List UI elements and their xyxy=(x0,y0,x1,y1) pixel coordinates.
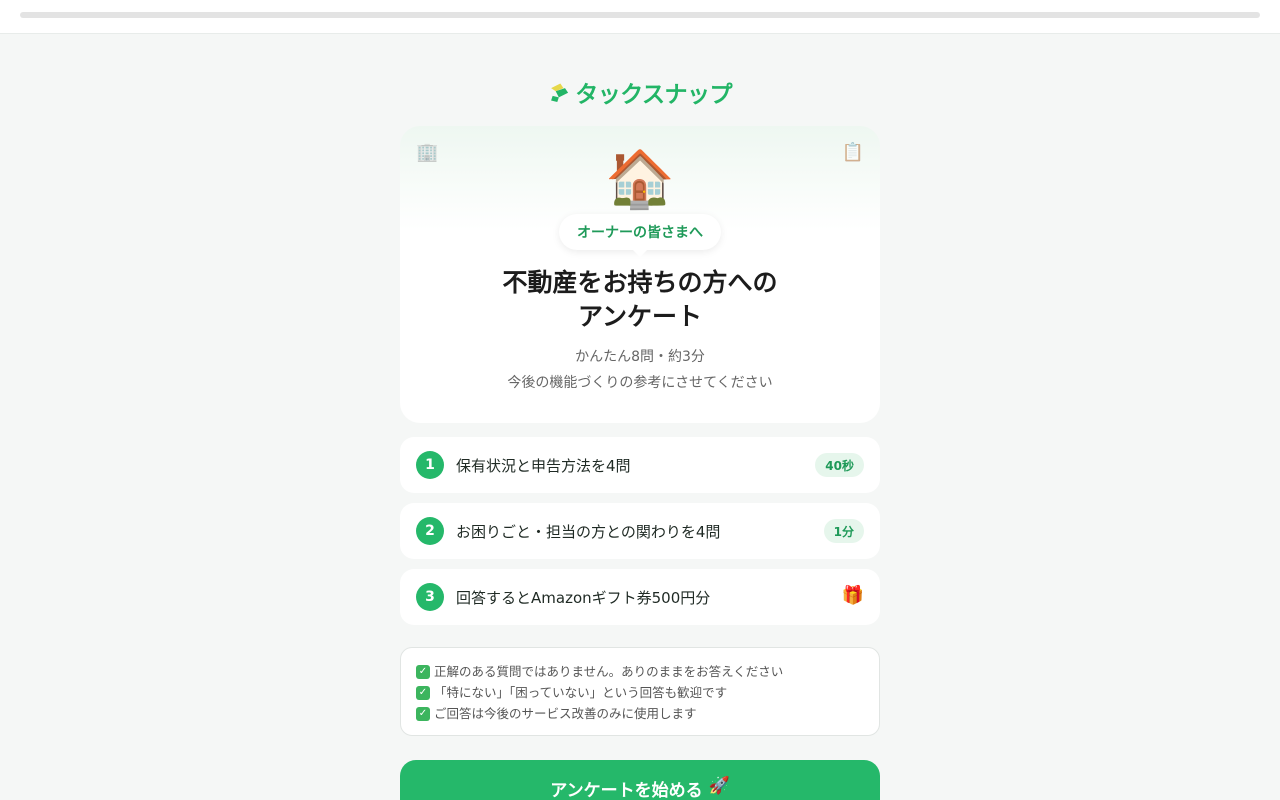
step-label: お困りごと・担当の方との関わりを4問 xyxy=(456,523,721,541)
check-icon: ✓ xyxy=(416,706,430,721)
step-number: 3 xyxy=(416,583,444,611)
step-label: 保有状況と申告方法を4問 xyxy=(456,457,631,475)
start-survey-button[interactable]: アンケートを始める 🚀 xyxy=(400,760,880,800)
brand-logo: タックスナップ xyxy=(548,76,732,108)
note-item: ✓ ご回答は今後のサービス改善のみに使用します xyxy=(416,703,864,724)
taxsnap-logo-icon xyxy=(551,83,569,103)
brand-name: タックスナップ xyxy=(575,82,732,108)
note-text: 正解のある質問ではありません。ありのままをお答えください xyxy=(434,664,784,679)
survey-purpose: 今後の機能づくりの参考にさせてください xyxy=(507,375,773,391)
top-bar xyxy=(0,0,1280,34)
hero-card: 🏢 📋 🏠 オーナーの皆さまへ 不動産をお持ちの方への アンケート かんたん8問… xyxy=(400,126,880,423)
rocket-icon: 🚀 xyxy=(708,776,730,796)
duration-badge: 1分 xyxy=(823,519,864,543)
step-number: 1 xyxy=(416,451,444,479)
note-item: ✓ 「特にない」「困っていない」という回答も歓迎です xyxy=(416,682,864,703)
title-line-2: アンケート xyxy=(577,302,702,331)
note-item: ✓ 正解のある質問ではありません。ありのままをお答えください xyxy=(416,661,864,682)
progress-bar xyxy=(20,12,1260,18)
note-text: 「特にない」「困っていない」という回答も歓迎です xyxy=(434,685,728,700)
check-icon: ✓ xyxy=(416,685,430,700)
note-text: ご回答は今後のサービス改善のみに使用します xyxy=(434,706,697,721)
title-line-1: 不動産をお持ちの方への xyxy=(502,268,778,297)
audience-pill: オーナーの皆さまへ xyxy=(559,214,721,257)
start-button-label: アンケートを始める xyxy=(550,781,703,800)
gift-icon: 🎁 xyxy=(841,585,864,606)
survey-length: かんたん8問・約3分 xyxy=(575,349,705,365)
notes-box: ✓ 正解のある質問ではありません。ありのままをお答えください ✓ 「特にない」「… xyxy=(400,647,880,736)
page-title: 不動産をお持ちの方への アンケート xyxy=(400,266,880,334)
step-item-3: 3 回答するとAmazonギフト券500円分 🎁 xyxy=(400,569,880,625)
step-number: 2 xyxy=(416,517,444,545)
step-item-1: 1 保有状況と申告方法を4問 40秒 xyxy=(400,437,880,493)
duration-badge: 40秒 xyxy=(815,453,864,477)
house-icon: 🏠 xyxy=(605,147,675,212)
check-icon: ✓ xyxy=(416,664,430,679)
step-label: 回答するとAmazonギフト券500円分 xyxy=(456,589,711,607)
step-item-2: 2 お困りごと・担当の方との関わりを4問 1分 xyxy=(400,503,880,559)
